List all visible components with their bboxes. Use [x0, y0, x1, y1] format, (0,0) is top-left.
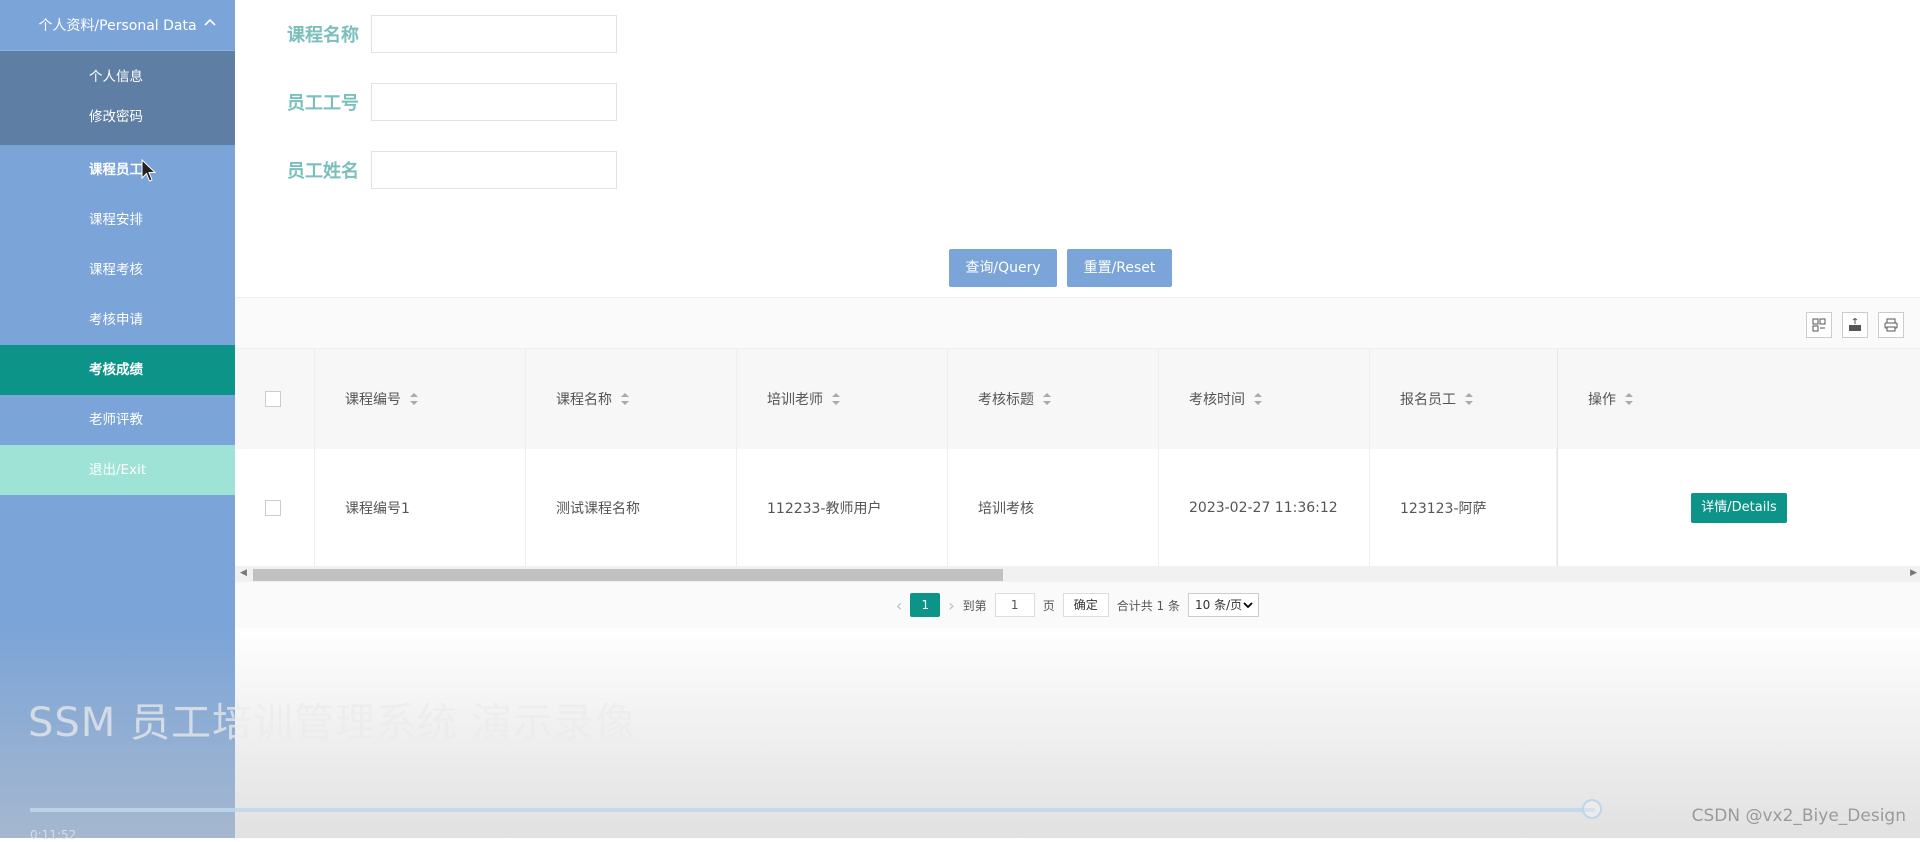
cell-course-no: 课程编号1 — [315, 449, 526, 566]
next-page-icon[interactable]: › — [948, 596, 954, 615]
goto-page-input[interactable]: 1 — [994, 593, 1035, 617]
cell-actions: 详情/Details — [1557, 449, 1920, 566]
select-all-checkbox[interactable] — [265, 391, 281, 407]
prev-page-icon[interactable]: ‹ — [896, 596, 902, 615]
print-icon[interactable] — [1878, 312, 1904, 338]
header-label: 培训老师 — [767, 392, 823, 408]
sidebar-item-course-schedule[interactable]: 课程安排 — [0, 195, 235, 245]
employee-id-label: 员工工号 — [287, 93, 359, 114]
total-count: 合计共 1 条 — [1116, 598, 1180, 613]
header-assessment-title[interactable]: 考核标题 — [948, 349, 1159, 449]
video-elapsed-time: 0:11:52 — [30, 828, 77, 842]
page-size-value: 10 条/页 — [1194, 598, 1243, 612]
header-label: 考核标题 — [978, 392, 1034, 408]
sort-icon[interactable] — [620, 392, 630, 406]
video-progress-knob[interactable] — [1582, 799, 1602, 819]
table-row: 课程编号1 测试课程名称 112233-教师用户 培训考核 2023-02-27… — [235, 449, 1920, 566]
search-row-employee-id: 员工工号 — [287, 83, 617, 121]
course-name-input[interactable] — [371, 15, 617, 53]
cell-teacher: 112233-教师用户 — [737, 449, 948, 566]
scroll-right-icon[interactable]: ▶ — [1910, 568, 1917, 578]
cell-assessment-title: 培训考核 — [948, 449, 1159, 566]
header-course-no[interactable]: 课程编号 — [315, 349, 526, 449]
sidebar-group-personal-data[interactable]: 个人资料/Personal Data — [0, 0, 235, 51]
reset-button[interactable]: 重置/Reset — [1067, 249, 1172, 287]
course-name-label: 课程名称 — [287, 25, 359, 46]
header-label: 操作 — [1588, 392, 1616, 408]
video-title: SSM 员工培训管理系统 演示录像 — [28, 700, 636, 746]
columns-icon[interactable] — [1806, 312, 1832, 338]
results-table: 课程编号 课程名称 培训老师 考核标题 考核时间 报名员工 操作 课程编号1 测… — [235, 297, 1920, 628]
row-select-cell — [235, 449, 315, 566]
header-label: 课程编号 — [345, 392, 401, 408]
sidebar-item-course-assessment[interactable]: 课程考核 — [0, 245, 235, 295]
sidebar-item-assessment-application[interactable]: 考核申请 — [0, 295, 235, 345]
header-label: 考核时间 — [1189, 392, 1245, 408]
header-assessment-time[interactable]: 考核时间 — [1159, 349, 1370, 449]
cell-employee: 123123-阿萨 — [1370, 449, 1557, 566]
row-checkbox[interactable] — [265, 499, 281, 516]
page-current[interactable]: 1 — [910, 593, 941, 617]
page-size-select[interactable]: 10 条/页 — [1187, 593, 1260, 617]
mouse-cursor-icon — [141, 159, 157, 182]
sort-icon[interactable] — [1042, 392, 1052, 406]
goto-label: 到第 — [962, 598, 987, 613]
header-select-all — [235, 349, 315, 449]
sidebar-group-label: 个人资料/Personal Data — [38, 18, 197, 34]
table-header: 课程编号 课程名称 培训老师 考核标题 考核时间 报名员工 操作 — [235, 348, 1920, 450]
scrollbar-thumb[interactable] — [253, 569, 1003, 581]
sort-icon[interactable] — [409, 392, 419, 406]
header-course-name[interactable]: 课程名称 — [526, 349, 737, 449]
sort-icon[interactable] — [1464, 392, 1474, 406]
horizontal-scrollbar[interactable]: ◀ ▶ — [235, 566, 1920, 582]
search-row-course-name: 课程名称 — [287, 15, 617, 53]
sort-icon[interactable] — [831, 392, 841, 406]
table-body: 课程编号1 测试课程名称 112233-教师用户 培训考核 2023-02-27… — [235, 449, 1920, 566]
sidebar-item-exit[interactable]: 退出/Exit — [0, 445, 235, 495]
video-progress-bar[interactable] — [30, 808, 1595, 812]
header-label: 报名员工 — [1400, 392, 1456, 408]
sidebar-item-teacher-evaluation[interactable]: 老师评教 — [0, 395, 235, 445]
sidebar-item-course-employees[interactable]: 课程员工 — [0, 145, 235, 195]
employee-name-input[interactable] — [371, 151, 617, 189]
sort-icon[interactable] — [1253, 392, 1263, 406]
csdn-credit: CSDN @vx2_Biye_Design — [1691, 806, 1906, 826]
export-icon[interactable] — [1842, 312, 1868, 338]
sidebar-item-change-password[interactable]: 修改密码 — [0, 97, 235, 137]
cell-course-name: 测试课程名称 — [526, 449, 737, 566]
search-row-employee-name: 员工姓名 — [287, 151, 617, 189]
sidebar-submenu: 个人信息 修改密码 — [0, 51, 235, 145]
cell-assessment-time: 2023-02-27 11:36:12 — [1159, 449, 1370, 566]
details-button[interactable]: 详情/Details — [1691, 492, 1787, 523]
scroll-left-icon[interactable]: ◀ — [240, 568, 247, 578]
sort-icon[interactable] — [1624, 392, 1634, 406]
header-teacher[interactable]: 培训老师 — [737, 349, 948, 449]
query-button[interactable]: 查询/Query — [949, 249, 1057, 287]
goto-confirm-button[interactable]: 确定 — [1062, 593, 1109, 617]
pagination: ‹ 1 › 到第 1 页 确定 合计共 1 条 10 条/页 — [235, 593, 1920, 617]
header-actions[interactable]: 操作 — [1557, 349, 1920, 449]
sidebar-item-assessment-results[interactable]: 考核成绩 — [0, 345, 235, 395]
employee-name-label: 员工姓名 — [287, 161, 359, 182]
chevron-down-icon — [1243, 602, 1253, 609]
header-label: 课程名称 — [556, 392, 612, 408]
sidebar-item-personal-info[interactable]: 个人信息 — [0, 57, 235, 97]
page-unit-label: 页 — [1042, 598, 1055, 613]
chevron-up-icon — [204, 18, 216, 26]
employee-id-input[interactable] — [371, 83, 617, 121]
